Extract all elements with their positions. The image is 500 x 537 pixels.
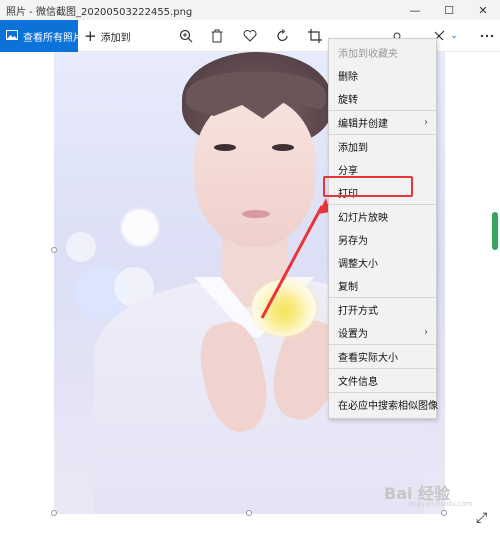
add-to-button[interactable]: + 添加到 — [84, 20, 131, 52]
menu-item-label: 查看实际大小 — [338, 353, 398, 364]
chevron-right-icon: › — [424, 327, 428, 338]
resize-handle[interactable] — [246, 510, 252, 516]
menu-item[interactable]: 删除 — [329, 64, 436, 87]
menu-item-label: 旋转 — [338, 95, 358, 106]
chevron-down-icon[interactable]: ⌄ — [449, 27, 459, 45]
window-title: 照片 - 微信截图_20200503222455.png — [6, 6, 193, 18]
trash-icon[interactable] — [208, 27, 226, 45]
scrollbar-thumb[interactable] — [492, 212, 498, 250]
print-highlight-box — [323, 176, 413, 197]
more-icon[interactable] — [478, 27, 496, 45]
menu-item[interactable]: 调整大小 — [329, 251, 436, 274]
zoom-in-icon[interactable] — [177, 27, 195, 45]
menu-item: 添加到收藏夹 — [329, 41, 436, 64]
menu-item-label: 删除 — [338, 72, 358, 83]
close-button[interactable]: ✕ — [466, 0, 500, 20]
menu-item[interactable]: 幻灯片放映 — [329, 205, 436, 228]
crop-icon[interactable] — [306, 27, 324, 45]
menu-item-label: 分享 — [338, 166, 358, 177]
watermark-subtext: jingyan.baidu.com — [408, 500, 473, 508]
menu-item-label: 添加到 — [338, 143, 368, 154]
menu-item-label: 调整大小 — [338, 259, 378, 270]
menu-item[interactable]: 查看实际大小 — [329, 345, 436, 368]
resize-handle[interactable] — [441, 510, 447, 516]
rotate-icon[interactable] — [274, 27, 292, 45]
menu-item-label: 打开方式 — [338, 306, 378, 317]
baidu-watermark: Bai 经验 jingyan.baidu.com — [384, 480, 473, 508]
see-all-photos-label: 查看所有照片 — [23, 32, 83, 44]
title-bar: 照片 - 微信截图_20200503222455.png — ☐ ✕ — [0, 0, 500, 20]
portrait-eye — [214, 144, 236, 151]
see-all-photos-button[interactable]: 查看所有照片 — [0, 20, 83, 52]
menu-item-label: 另存为 — [338, 236, 368, 247]
menu-item[interactable]: 添加到 — [329, 135, 436, 158]
menu-item[interactable]: 打开方式 — [329, 298, 436, 321]
resize-handle[interactable] — [51, 510, 57, 516]
chevron-right-icon: › — [424, 117, 428, 128]
menu-item-label: 幻灯片放映 — [338, 213, 388, 224]
menu-item-label: 添加到收藏夹 — [338, 49, 398, 60]
menu-item-label: 复制 — [338, 282, 358, 293]
menu-item-label: 设置为 — [338, 329, 368, 340]
portrait-flower — [252, 280, 316, 336]
menu-item[interactable]: 设置为 › — [329, 321, 436, 344]
menu-item[interactable]: 在必应中搜索相似图像 — [329, 393, 438, 416]
expand-icon[interactable]: ⤢ — [476, 510, 487, 526]
menu-item[interactable]: 文件信息 — [329, 369, 436, 392]
menu-item-label: 编辑并创建 — [338, 119, 388, 130]
menu-item[interactable]: 复制 — [329, 274, 436, 297]
minimize-button[interactable]: — — [398, 0, 432, 20]
maximize-button[interactable]: ☐ — [432, 0, 466, 20]
add-to-label: 添加到 — [100, 32, 131, 44]
menu-item[interactable]: 另存为 — [329, 228, 436, 251]
bokeh-light — [66, 232, 96, 262]
heart-icon[interactable] — [241, 27, 259, 45]
resize-handle[interactable] — [51, 247, 57, 253]
photos-icon — [6, 29, 18, 43]
portrait-face — [194, 97, 316, 247]
menu-item-label: 在必应中搜索相似图像 — [338, 401, 438, 412]
plus-icon: + — [84, 26, 97, 45]
portrait-lips — [242, 210, 270, 218]
context-menu: 添加到收藏夹 删除 旋转 编辑并创建 › 添加到 分享 打印 幻灯片放映 另存为 调整大小 复制 打开方… — [328, 38, 438, 419]
menu-item-label: 文件信息 — [338, 377, 378, 388]
portrait-eye — [272, 144, 294, 151]
menu-item[interactable]: 编辑并创建 › — [329, 111, 436, 134]
menu-item[interactable]: 旋转 — [329, 87, 436, 110]
